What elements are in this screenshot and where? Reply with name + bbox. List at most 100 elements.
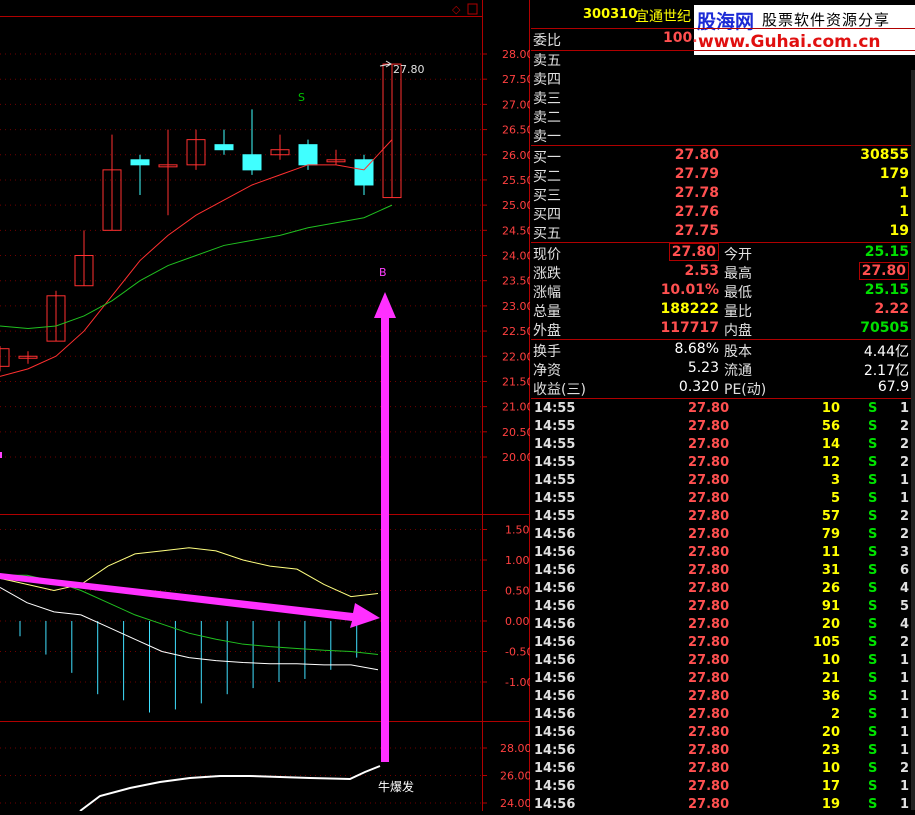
diamond-icon[interactable]: ◇ — [452, 3, 461, 16]
tick-side: S — [868, 509, 878, 524]
tick-scrollbar[interactable] — [911, 70, 915, 810]
tick-volume: 56 — [821, 419, 840, 434]
tick-row: 14:56 27.80 11 S 3 — [531, 545, 915, 563]
tick-volume: 79 — [821, 527, 840, 542]
tick-row: 14:55 27.80 10 S 1 — [531, 401, 915, 419]
tick-row: 14:56 27.80 2 S 1 — [531, 707, 915, 725]
watermark-tagline: 股票软件资源分享 — [762, 11, 891, 29]
tick-volume: 12 — [821, 455, 840, 470]
tick-volume: 19 — [821, 797, 840, 812]
tick-volume: 10 — [821, 401, 840, 416]
buy-order-row: 买一 27.80 30855 — [531, 147, 915, 166]
sub-y-tick-label: 26.00 — [500, 770, 530, 783]
tick-count: 2 — [899, 527, 909, 542]
tick-price: 27.80 — [688, 617, 730, 632]
tick-price: 27.80 — [688, 437, 730, 452]
tick-time: 14:55 — [534, 509, 576, 524]
buy-order-row: 买二 27.79 179 — [531, 166, 915, 185]
tick-side: S — [868, 707, 878, 722]
restore-icon[interactable] — [467, 3, 478, 15]
y-tick-label: 24.50 — [502, 224, 530, 237]
tick-row: 14:56 27.80 20 S 4 — [531, 617, 915, 635]
quote-label: 最高 — [724, 266, 752, 282]
quote-row: 外盘 117717 内盘 70505 — [531, 320, 915, 339]
tick-side: S — [868, 671, 878, 686]
fundamental-value: 8.68% — [674, 341, 719, 357]
fundamental-label: 流通 — [724, 363, 752, 379]
tick-price: 27.80 — [688, 527, 730, 542]
fundamental-row: 净资 5.23 流通 2.17亿 — [531, 360, 915, 379]
y-tick-label: 22.00 — [502, 350, 530, 363]
quote-label: 最低 — [724, 285, 752, 301]
quote-label: 涨跌 — [533, 266, 561, 282]
quote-label: 内盘 — [724, 323, 752, 339]
sell-signal-s: S — [298, 91, 305, 104]
sub-y-tick-label: 28.00 — [500, 742, 530, 755]
tick-price: 27.80 — [688, 761, 730, 776]
y-tick-label: 22.50 — [502, 325, 530, 338]
tick-price: 27.80 — [688, 689, 730, 704]
buy-signal-b: B — [379, 266, 387, 279]
tick-row: 14:56 27.80 10 S 1 — [531, 653, 915, 671]
tick-price: 27.80 — [688, 491, 730, 506]
quote-label: 量比 — [724, 304, 752, 320]
tick-volume: 10 — [821, 653, 840, 668]
tick-time: 14:56 — [534, 779, 576, 794]
tick-row: 14:56 27.80 79 S 2 — [531, 527, 915, 545]
tick-volume: 26 — [821, 581, 840, 596]
fundamental-value: 5.23 — [687, 360, 719, 376]
weibi-row: 委比 100. — [531, 30, 915, 49]
quote-value: 188222 — [660, 301, 719, 317]
y-tick-label: 20.00 — [502, 451, 530, 464]
divider — [531, 398, 915, 399]
tick-side: S — [868, 545, 878, 560]
quote-panel: 300310 宜通世纪 股海网 股票软件资源分享 www.Guhai.com.c… — [531, 0, 915, 812]
tick-price: 27.80 — [688, 545, 730, 560]
tick-time: 14:56 — [534, 797, 576, 812]
y-tick-label: 27.00 — [502, 98, 530, 111]
divider — [531, 145, 915, 146]
buy-order-row: 买四 27.76 1 — [531, 204, 915, 223]
tick-price: 27.80 — [688, 419, 730, 434]
stock-code: 300310 — [583, 7, 638, 22]
tick-side: S — [868, 491, 878, 506]
tick-row: 14:56 27.80 91 S 5 — [531, 599, 915, 617]
tick-time: 14:56 — [534, 653, 576, 668]
kline-chart-svg[interactable]: ◇ 28.00 27.50 27.00 26.50 26.00 25.50 25.00 24.… — [0, 0, 534, 812]
y-tick-label: 25.00 — [502, 199, 530, 212]
stock-name: 宜通世纪 — [635, 9, 691, 25]
tick-price: 27.80 — [688, 509, 730, 524]
tick-count: 2 — [899, 455, 909, 470]
tick-count: 1 — [899, 401, 909, 416]
y-tick-label: 23.00 — [502, 300, 530, 313]
tick-side: S — [868, 635, 878, 650]
tick-volume: 31 — [821, 563, 840, 578]
tick-time: 14:56 — [534, 761, 576, 776]
macd-y-tick-label: 1.50 — [505, 524, 530, 537]
tick-count: 2 — [899, 509, 909, 524]
kline-chart-area[interactable]: ◇ 28.00 27.50 27.00 26.50 26.00 25.50 25.00 24.… — [0, 0, 534, 812]
tick-count: 1 — [899, 653, 909, 668]
tick-price: 27.80 — [688, 743, 730, 758]
quote-value: 2.22 — [874, 301, 909, 317]
divider — [531, 242, 915, 243]
quote-value: 2.53 — [684, 263, 719, 279]
quote-value: 10.01% — [660, 282, 719, 298]
tick-side: S — [868, 473, 878, 488]
tick-time: 14:55 — [534, 491, 576, 506]
quote-row: 涨跌 2.53 最高 27.80 — [531, 262, 915, 282]
tick-count: 1 — [899, 689, 909, 704]
quote-row: 总量 188222 量比 2.22 — [531, 301, 915, 320]
tick-volume: 5 — [830, 491, 840, 506]
sell-order-label: 卖二 — [533, 110, 561, 126]
sell-order-row: 卖三 — [531, 88, 915, 107]
tick-time: 14:56 — [534, 545, 576, 560]
tick-row: 14:55 27.80 5 S 1 — [531, 491, 915, 509]
tick-volume: 14 — [821, 437, 840, 452]
fundamental-label: 净资 — [533, 363, 561, 379]
tick-row: 14:56 27.80 20 S 1 — [531, 725, 915, 743]
tick-count: 1 — [899, 707, 909, 722]
quote-value: 27.80 — [858, 262, 909, 280]
tick-count: 1 — [899, 779, 909, 794]
macd-y-tick-label: 1.00 — [505, 554, 530, 567]
